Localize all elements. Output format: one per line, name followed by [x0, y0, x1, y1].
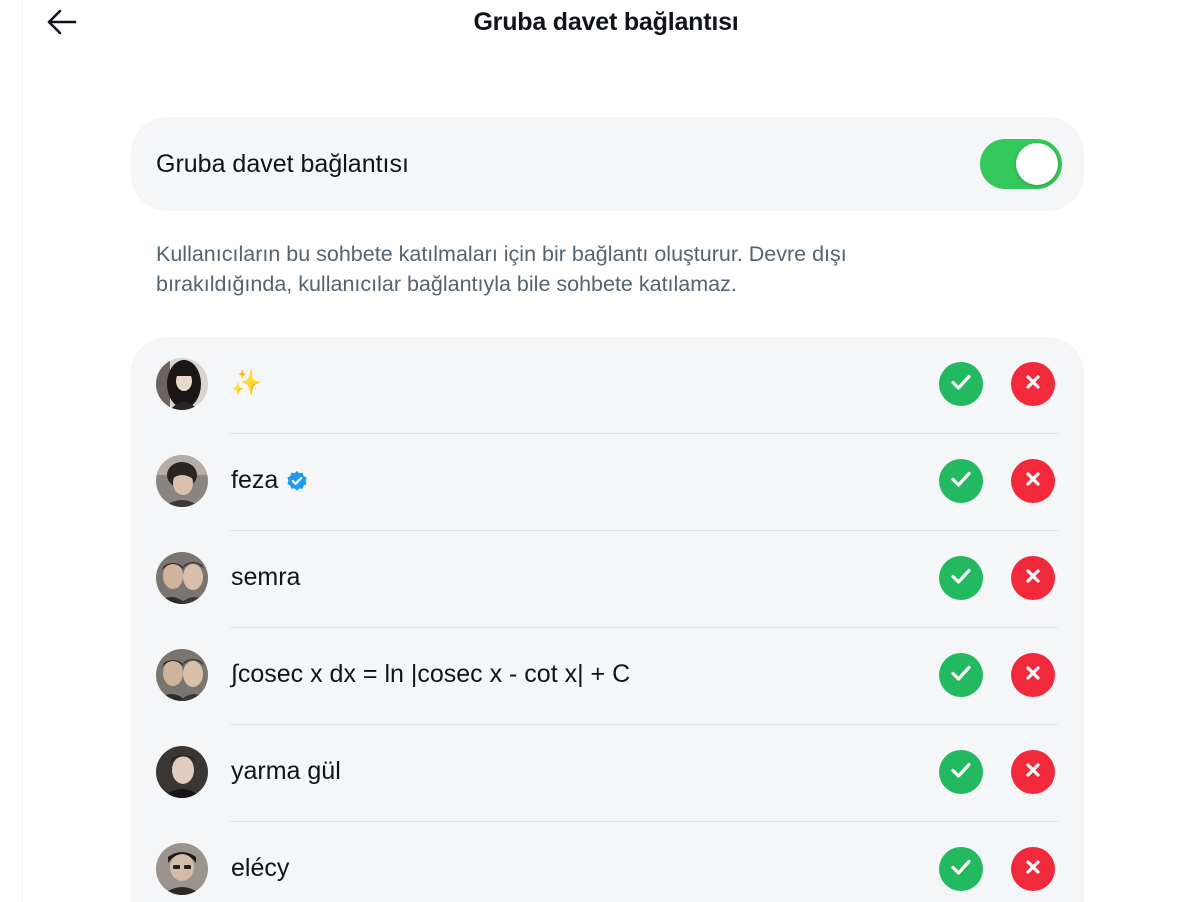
- requester-name: elécy: [231, 854, 290, 882]
- reject-button[interactable]: [1011, 459, 1055, 503]
- list-item: semra: [131, 531, 1084, 628]
- list-item: elécy: [131, 822, 1084, 902]
- invite-link-toggle-row: Gruba davet bağlantısı: [131, 117, 1084, 211]
- check-icon: [950, 761, 972, 784]
- avatar[interactable]: [156, 746, 208, 798]
- page-title: Gruba davet bağlantısı: [473, 8, 739, 36]
- accept-button[interactable]: [939, 459, 983, 503]
- x-icon: [1025, 374, 1041, 395]
- list-item: feza: [131, 434, 1084, 531]
- reject-button[interactable]: [1011, 653, 1055, 697]
- requester-name: feza: [231, 466, 308, 495]
- check-icon: [950, 470, 972, 493]
- invite-link-description: Kullanıcıların bu sohbete katılmaları iç…: [156, 242, 847, 296]
- check-icon: [950, 858, 972, 881]
- avatar[interactable]: [156, 358, 208, 410]
- x-icon: [1025, 665, 1041, 686]
- x-icon: [1025, 859, 1041, 880]
- reject-button[interactable]: [1011, 750, 1055, 794]
- toggle-knob: [1016, 143, 1058, 185]
- x-icon: [1025, 762, 1041, 783]
- avatar[interactable]: [156, 455, 208, 507]
- list-item: ✨: [131, 337, 1084, 434]
- reject-button[interactable]: [1011, 556, 1055, 600]
- requester-name: ✨: [231, 369, 263, 397]
- invite-link-toggle[interactable]: [980, 139, 1062, 189]
- join-requests-list: ✨ feza semra ∫cosec x dx = ln |cosec x -…: [131, 337, 1084, 902]
- accept-button[interactable]: [939, 847, 983, 891]
- accept-button[interactable]: [939, 653, 983, 697]
- accept-button[interactable]: [939, 750, 983, 794]
- avatar[interactable]: [156, 843, 208, 895]
- check-icon: [950, 373, 972, 396]
- invite-link-toggle-label: Gruba davet bağlantısı: [156, 150, 409, 178]
- reject-button[interactable]: [1011, 847, 1055, 891]
- avatar[interactable]: [156, 649, 208, 701]
- requester-name: semra: [231, 563, 301, 591]
- left-border: [22, 0, 23, 902]
- x-icon: [1025, 471, 1041, 492]
- requester-name: ∫cosec x dx = ln |cosec x - cot x| + C: [231, 660, 631, 688]
- accept-button[interactable]: [939, 362, 983, 406]
- check-icon: [950, 567, 972, 590]
- avatar[interactable]: [156, 552, 208, 604]
- list-item: yarma gül: [131, 725, 1084, 822]
- header: Gruba davet bağlantısı: [0, 0, 1179, 50]
- x-icon: [1025, 568, 1041, 589]
- list-item: ∫cosec x dx = ln |cosec x - cot x| + C: [131, 628, 1084, 725]
- invite-link-settings-page: Gruba davet bağlantısı Gruba davet bağla…: [0, 0, 1179, 902]
- requester-name: yarma gül: [231, 757, 341, 785]
- accept-button[interactable]: [939, 556, 983, 600]
- check-icon: [950, 664, 972, 687]
- reject-button[interactable]: [1011, 362, 1055, 406]
- verified-badge-icon: [286, 470, 308, 492]
